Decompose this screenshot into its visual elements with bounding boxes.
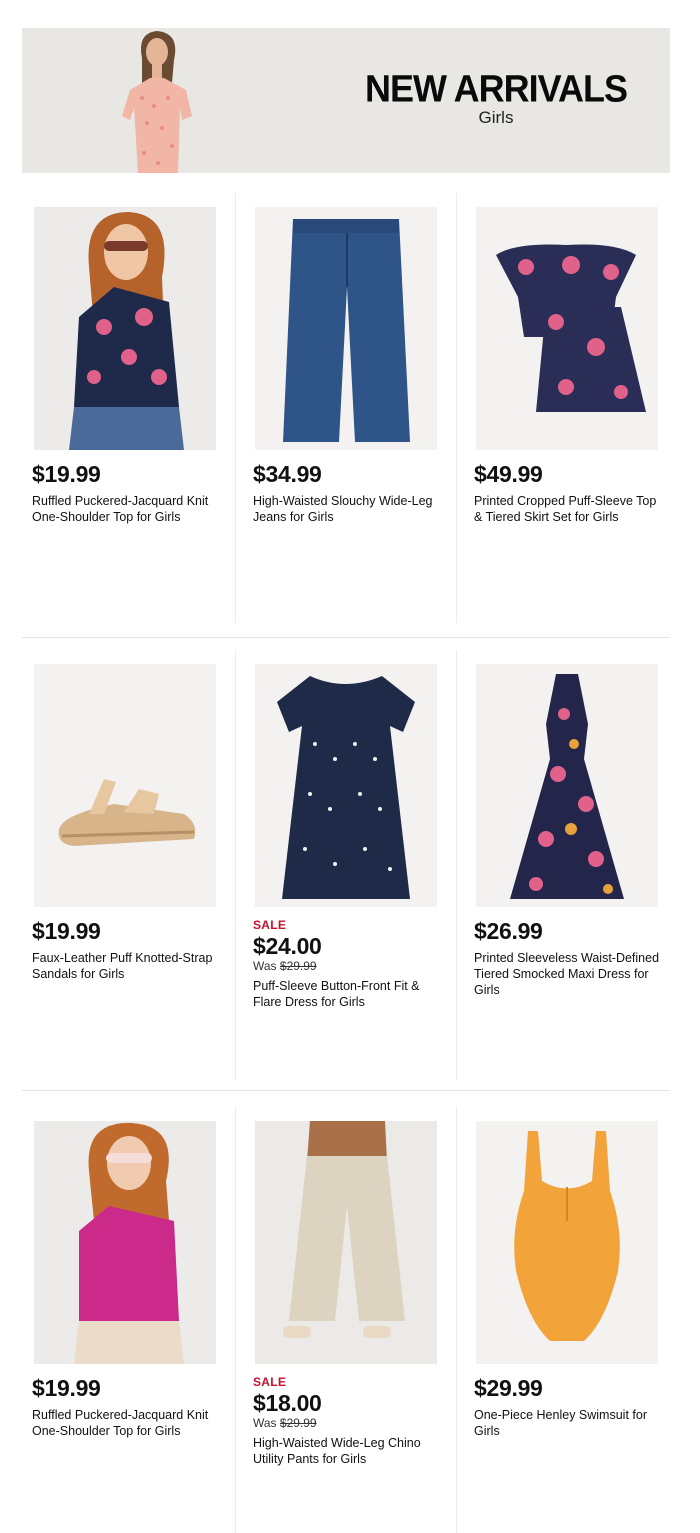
product-card[interactable]: $19.99 Ruffled Puckered-Jacquard Knit On… bbox=[22, 193, 222, 623]
product-card[interactable]: $34.99 High-Waisted Slouchy Wide-Leg Jea… bbox=[243, 193, 443, 623]
hero-banner[interactable]: NEW ARRIVALS Girls bbox=[22, 28, 670, 173]
product-card[interactable]: $29.99 One-Piece Henley Swimsuit for Gir… bbox=[464, 1107, 664, 1533]
column-divider bbox=[235, 1107, 236, 1533]
product-name[interactable]: Puff-Sleeve Button-Front Fit & Flare Dre… bbox=[253, 978, 443, 1010]
sale-badge: SALE bbox=[253, 1375, 287, 1389]
product-image[interactable] bbox=[34, 664, 216, 907]
column-divider bbox=[235, 193, 236, 623]
banner-title: NEW ARRIVALS bbox=[365, 66, 628, 110]
product-image[interactable] bbox=[476, 1121, 658, 1364]
product-name[interactable]: High-Waisted Wide-Leg Chino Utility Pant… bbox=[253, 1435, 443, 1467]
product-card[interactable]: SALE $18.00 Was $29.99 High-Waisted Wide… bbox=[243, 1107, 443, 1533]
was-price: Was $29.99 bbox=[253, 1416, 317, 1430]
row-divider bbox=[22, 637, 670, 638]
product-image[interactable] bbox=[34, 1121, 216, 1364]
product-price: $19.99 bbox=[32, 1375, 101, 1401]
product-row-3: $19.99 Ruffled Puckered-Jacquard Knit On… bbox=[22, 1107, 670, 1533]
product-row-2: $19.99 Faux-Leather Puff Knotted-Strap S… bbox=[22, 650, 670, 1080]
product-name[interactable]: Ruffled Puckered-Jacquard Knit One-Shoul… bbox=[32, 1407, 222, 1439]
banner-subtitle: Girls bbox=[478, 108, 514, 127]
product-price: $29.99 bbox=[474, 1375, 543, 1401]
product-image[interactable] bbox=[255, 664, 437, 907]
product-price: $24.00 bbox=[253, 933, 322, 959]
product-name[interactable]: High-Waisted Slouchy Wide-Leg Jeans for … bbox=[253, 493, 443, 525]
column-divider bbox=[456, 1107, 457, 1533]
column-divider bbox=[456, 650, 457, 1080]
product-name[interactable]: Ruffled Puckered-Jacquard Knit One-Shoul… bbox=[32, 493, 222, 525]
row-divider bbox=[22, 1090, 670, 1091]
banner-model-photo bbox=[122, 31, 192, 173]
product-card[interactable]: $26.99 Printed Sleeveless Waist-Defined … bbox=[464, 650, 664, 1080]
product-image[interactable] bbox=[476, 207, 658, 450]
product-card[interactable]: $19.99 Faux-Leather Puff Knotted-Strap S… bbox=[22, 650, 222, 1080]
column-divider bbox=[235, 650, 236, 1080]
product-name[interactable]: Printed Cropped Puff-Sleeve Top & Tiered… bbox=[474, 493, 664, 525]
product-image[interactable] bbox=[255, 207, 437, 450]
product-name[interactable]: Faux-Leather Puff Knotted-Strap Sandals … bbox=[32, 950, 222, 982]
product-price: $18.00 bbox=[253, 1390, 322, 1416]
column-divider bbox=[456, 193, 457, 623]
product-name[interactable]: One-Piece Henley Swimsuit for Girls bbox=[474, 1407, 664, 1439]
product-price: $19.99 bbox=[32, 461, 101, 487]
product-card[interactable]: $19.99 Ruffled Puckered-Jacquard Knit On… bbox=[22, 1107, 222, 1533]
product-price: $49.99 bbox=[474, 461, 543, 487]
product-image[interactable] bbox=[34, 207, 216, 450]
product-row-1: $19.99 Ruffled Puckered-Jacquard Knit On… bbox=[22, 193, 670, 623]
product-card[interactable]: $49.99 Printed Cropped Puff-Sleeve Top &… bbox=[464, 193, 664, 623]
product-name[interactable]: Printed Sleeveless Waist-Defined Tiered … bbox=[474, 950, 664, 998]
product-price: $26.99 bbox=[474, 918, 543, 944]
product-image[interactable] bbox=[476, 664, 658, 907]
product-image[interactable] bbox=[255, 1121, 437, 1364]
product-price: $34.99 bbox=[253, 461, 322, 487]
sale-badge: SALE bbox=[253, 918, 287, 932]
product-card[interactable]: SALE $24.00 Was $29.99 Puff-Sleeve Butto… bbox=[243, 650, 443, 1080]
was-price: Was $29.99 bbox=[253, 959, 317, 973]
product-price: $19.99 bbox=[32, 918, 101, 944]
